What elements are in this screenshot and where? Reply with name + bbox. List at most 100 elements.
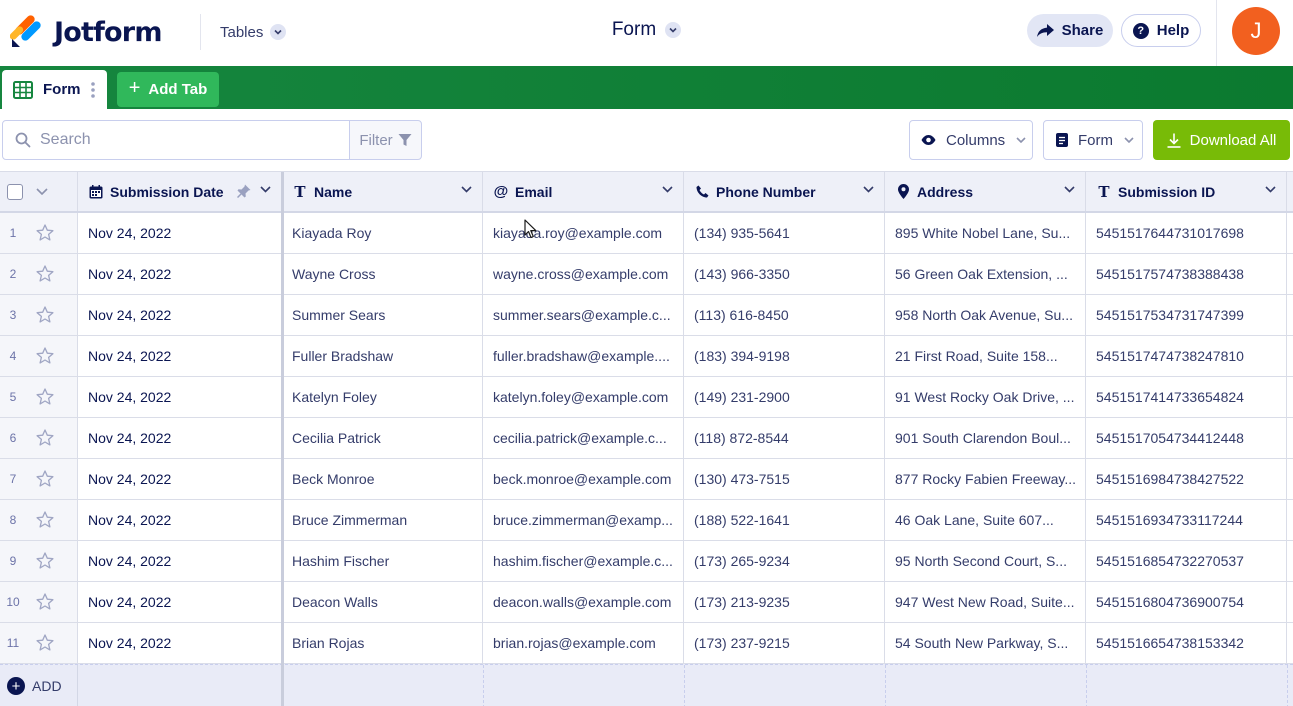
chevron-down-icon[interactable] bbox=[260, 186, 271, 193]
star-icon[interactable] bbox=[36, 470, 54, 487]
cell-email[interactable]: cecilia.patrick@example.c... bbox=[483, 418, 684, 458]
cell-phone[interactable]: (183) 394-9198 bbox=[684, 336, 885, 376]
cell-name[interactable]: Bruce Zimmerman bbox=[282, 500, 483, 540]
filter-button[interactable]: Filter bbox=[349, 120, 422, 160]
column-header-phone-number[interactable]: Phone Number bbox=[684, 172, 885, 211]
cell-submission-id[interactable]: 5451516854732270537 bbox=[1086, 541, 1287, 581]
cell-submission-id[interactable]: 5451517644731017698 bbox=[1086, 213, 1287, 253]
star-icon[interactable] bbox=[36, 552, 54, 569]
cell-phone[interactable]: (149) 231-2900 bbox=[684, 377, 885, 417]
cell-name[interactable]: Beck Monroe bbox=[282, 459, 483, 499]
cell-address[interactable]: 21 First Road, Suite 158... bbox=[885, 336, 1086, 376]
cell-submission-date[interactable]: Nov 24, 2022 bbox=[78, 623, 282, 663]
table-row[interactable]: 2 Nov 24, 2022 Wayne Cross wayne.cross@e… bbox=[0, 254, 1293, 295]
cell-phone[interactable]: (134) 935-5641 bbox=[684, 213, 885, 253]
star-icon[interactable] bbox=[36, 265, 54, 282]
cell-phone[interactable]: (118) 872-8544 bbox=[684, 418, 885, 458]
table-row[interactable]: 9 Nov 24, 2022 Hashim Fischer hashim.fis… bbox=[0, 541, 1293, 582]
column-header-address[interactable]: Address bbox=[885, 172, 1086, 211]
cell-address[interactable]: 56 Green Oak Extension, ... bbox=[885, 254, 1086, 294]
cell-name[interactable]: Katelyn Foley bbox=[282, 377, 483, 417]
pin-icon[interactable] bbox=[237, 184, 251, 198]
cell-submission-id[interactable]: 5451517534731747399 bbox=[1086, 295, 1287, 335]
cell-submission-id[interactable]: 5451517474738247810 bbox=[1086, 336, 1287, 376]
star-icon[interactable] bbox=[36, 429, 54, 446]
table-row[interactable]: 3 Nov 24, 2022 Summer Sears summer.sears… bbox=[0, 295, 1293, 336]
cell-submission-id[interactable]: 5451517414733654824 bbox=[1086, 377, 1287, 417]
star-icon[interactable] bbox=[36, 306, 54, 323]
chevron-down-icon[interactable] bbox=[1064, 186, 1075, 193]
cell-address[interactable]: 95 North Second Court, S... bbox=[885, 541, 1086, 581]
tab-form[interactable]: Form bbox=[2, 70, 107, 109]
page-title-menu[interactable]: Form bbox=[612, 19, 682, 41]
cell-phone[interactable]: (173) 237-9215 bbox=[684, 623, 885, 663]
cell-submission-id[interactable]: 5451516934733117244 bbox=[1086, 500, 1287, 540]
cell-submission-id[interactable]: 5451516654738153342 bbox=[1086, 623, 1287, 663]
help-button[interactable]: ? Help bbox=[1121, 14, 1201, 47]
cell-submission-date[interactable]: Nov 24, 2022 bbox=[78, 213, 282, 253]
table-row[interactable]: 10 Nov 24, 2022 Deacon Walls deacon.wall… bbox=[0, 582, 1293, 623]
cell-submission-id[interactable]: 5451517054734412448 bbox=[1086, 418, 1287, 458]
cell-email[interactable]: kiayada.roy@example.com bbox=[483, 213, 684, 253]
table-row[interactable]: 11 Nov 24, 2022 Brian Rojas brian.rojas@… bbox=[0, 623, 1293, 664]
star-icon[interactable] bbox=[36, 224, 54, 241]
pinned-column-divider[interactable] bbox=[281, 172, 284, 706]
chevron-down-icon[interactable] bbox=[863, 186, 874, 193]
cell-submission-date[interactable]: Nov 24, 2022 bbox=[78, 336, 282, 376]
chevron-down-icon[interactable] bbox=[461, 186, 472, 193]
column-header-submission-id[interactable]: T Submission ID bbox=[1086, 172, 1287, 211]
form-view-button[interactable]: Form bbox=[1043, 120, 1143, 160]
cell-email[interactable]: deacon.walls@example.com bbox=[483, 582, 684, 622]
chevron-down-icon[interactable] bbox=[1265, 186, 1276, 193]
cell-submission-date[interactable]: Nov 24, 2022 bbox=[78, 418, 282, 458]
table-row[interactable]: 6 Nov 24, 2022 Cecilia Patrick cecilia.p… bbox=[0, 418, 1293, 459]
columns-button[interactable]: Columns bbox=[909, 120, 1033, 160]
table-row[interactable]: 4 Nov 24, 2022 Fuller Bradshaw fuller.br… bbox=[0, 336, 1293, 377]
cell-name[interactable]: Cecilia Patrick bbox=[282, 418, 483, 458]
column-header-name[interactable]: T Name bbox=[282, 172, 483, 211]
star-icon[interactable] bbox=[36, 511, 54, 528]
add-tab-button[interactable]: + Add Tab bbox=[117, 72, 219, 107]
cell-submission-date[interactable]: Nov 24, 2022 bbox=[78, 582, 282, 622]
more-options-icon[interactable] bbox=[90, 81, 95, 99]
cell-email[interactable]: fuller.bradshaw@example.... bbox=[483, 336, 684, 376]
cell-submission-id[interactable]: 5451516804736900754 bbox=[1086, 582, 1287, 622]
cell-email[interactable]: wayne.cross@example.com bbox=[483, 254, 684, 294]
cell-address[interactable]: 877 Rocky Fabien Freeway... bbox=[885, 459, 1086, 499]
cell-name[interactable]: Summer Sears bbox=[282, 295, 483, 335]
tables-menu[interactable]: Tables bbox=[220, 20, 287, 44]
cell-address[interactable]: 958 North Oak Avenue, Su... bbox=[885, 295, 1086, 335]
chevron-down-icon[interactable] bbox=[662, 186, 673, 193]
cell-name[interactable]: Brian Rojas bbox=[282, 623, 483, 663]
cell-address[interactable]: 947 West New Road, Suite... bbox=[885, 582, 1086, 622]
cell-email[interactable]: beck.monroe@example.com bbox=[483, 459, 684, 499]
cell-submission-date[interactable]: Nov 24, 2022 bbox=[78, 295, 282, 335]
star-icon[interactable] bbox=[36, 593, 54, 610]
cell-submission-id[interactable]: 5451516984738427522 bbox=[1086, 459, 1287, 499]
cell-address[interactable]: 46 Oak Lane, Suite 607... bbox=[885, 500, 1086, 540]
column-header-submission-date[interactable]: Submission Date bbox=[78, 172, 282, 211]
cell-submission-date[interactable]: Nov 24, 2022 bbox=[78, 377, 282, 417]
cell-email[interactable]: brian.rojas@example.com bbox=[483, 623, 684, 663]
jotform-logo[interactable]: Jotform bbox=[10, 15, 162, 49]
cell-phone[interactable]: (173) 265-9234 bbox=[684, 541, 885, 581]
star-icon[interactable] bbox=[36, 634, 54, 651]
cell-address[interactable]: 901 South Clarendon Boul... bbox=[885, 418, 1086, 458]
cell-email[interactable]: bruce.zimmerman@examp... bbox=[483, 500, 684, 540]
cell-address[interactable]: 895 White Nobel Lane, Su... bbox=[885, 213, 1086, 253]
cell-address[interactable]: 91 West Rocky Oak Drive, ... bbox=[885, 377, 1086, 417]
select-all-checkbox[interactable] bbox=[7, 183, 23, 200]
star-icon[interactable] bbox=[36, 388, 54, 405]
cell-name[interactable]: Deacon Walls bbox=[282, 582, 483, 622]
cell-name[interactable]: Fuller Bradshaw bbox=[282, 336, 483, 376]
cell-phone[interactable]: (143) 966-3350 bbox=[684, 254, 885, 294]
star-icon[interactable] bbox=[36, 347, 54, 364]
share-button[interactable]: Share bbox=[1027, 14, 1113, 47]
cell-phone[interactable]: (130) 473-7515 bbox=[684, 459, 885, 499]
cell-address[interactable]: 54 South New Parkway, S... bbox=[885, 623, 1086, 663]
cell-submission-id[interactable]: 5451517574738388438 bbox=[1086, 254, 1287, 294]
table-row[interactable]: 1 Nov 24, 2022 Kiayada Roy kiayada.roy@e… bbox=[0, 213, 1293, 254]
cell-name[interactable]: Kiayada Roy bbox=[282, 213, 483, 253]
download-all-button[interactable]: Download All bbox=[1153, 120, 1290, 160]
cell-submission-date[interactable]: Nov 24, 2022 bbox=[78, 500, 282, 540]
